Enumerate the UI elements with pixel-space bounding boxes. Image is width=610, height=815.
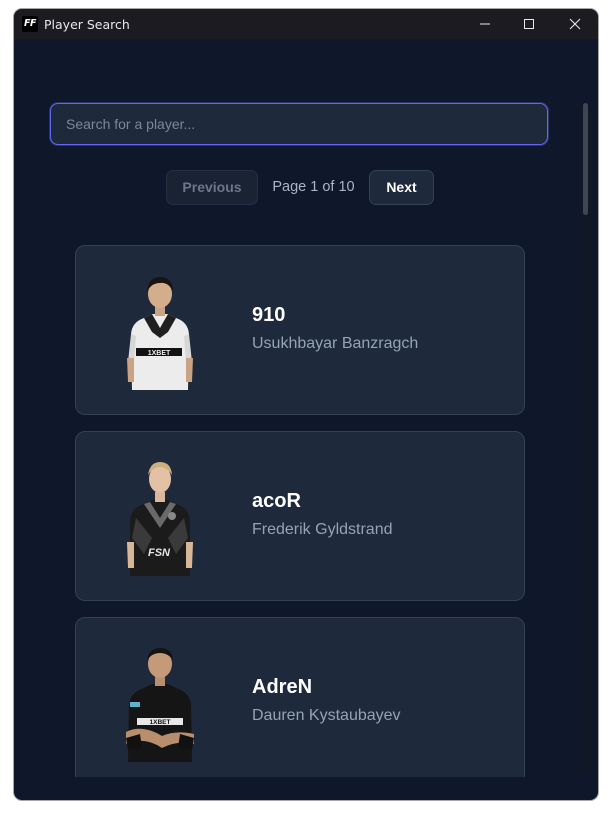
next-button[interactable]: Next: [369, 170, 434, 205]
title-bar[interactable]: FF Player Search: [14, 9, 598, 39]
minimize-button[interactable]: [462, 9, 508, 39]
player-card[interactable]: 1XBET AdreN Dauren Kystaubayev: [75, 617, 525, 777]
player-photo: 1XBET: [126, 648, 194, 762]
player-photo: 1XBET: [127, 277, 193, 390]
player-nickname: acoR: [252, 490, 301, 512]
close-icon: [569, 18, 581, 30]
app-logo-icon: FF: [22, 16, 38, 32]
player-card[interactable]: FSN acoR Frederik Gyldstrand: [75, 431, 525, 601]
player-nickname: AdreN: [252, 676, 313, 698]
maximize-button[interactable]: [506, 9, 552, 39]
player-full-name: Dauren Kystaubayev: [252, 707, 401, 724]
search-input[interactable]: [50, 103, 548, 145]
maximize-icon: [524, 19, 534, 29]
player-photo: FSN: [127, 462, 193, 576]
player-full-name: Frederik Gyldstrand: [252, 521, 393, 538]
page-indicator: Page 1 of 10: [272, 179, 355, 195]
svg-text:FSN: FSN: [148, 547, 171, 559]
svg-text:1XBET: 1XBET: [150, 719, 171, 726]
svg-text:1XBET: 1XBET: [148, 350, 171, 357]
vertical-scrollbar[interactable]: [580, 101, 591, 777]
player-nickname: 910: [252, 304, 286, 326]
scrollbar-thumb[interactable]: [583, 103, 588, 215]
main-content: Previous Page 1 of 10 Next 1XBET 910 Usu…: [14, 39, 598, 777]
close-button[interactable]: [552, 9, 598, 39]
player-card[interactable]: 1XBET 910 Usukhbayar Banzragch: [75, 245, 525, 415]
app-window: FF Player Search Previous Page 1 of 10 N…: [14, 9, 598, 800]
previous-button[interactable]: Previous: [166, 170, 258, 205]
player-full-name: Usukhbayar Banzragch: [252, 335, 419, 352]
minimize-icon: [480, 23, 490, 25]
window-title: Player Search: [44, 17, 130, 32]
